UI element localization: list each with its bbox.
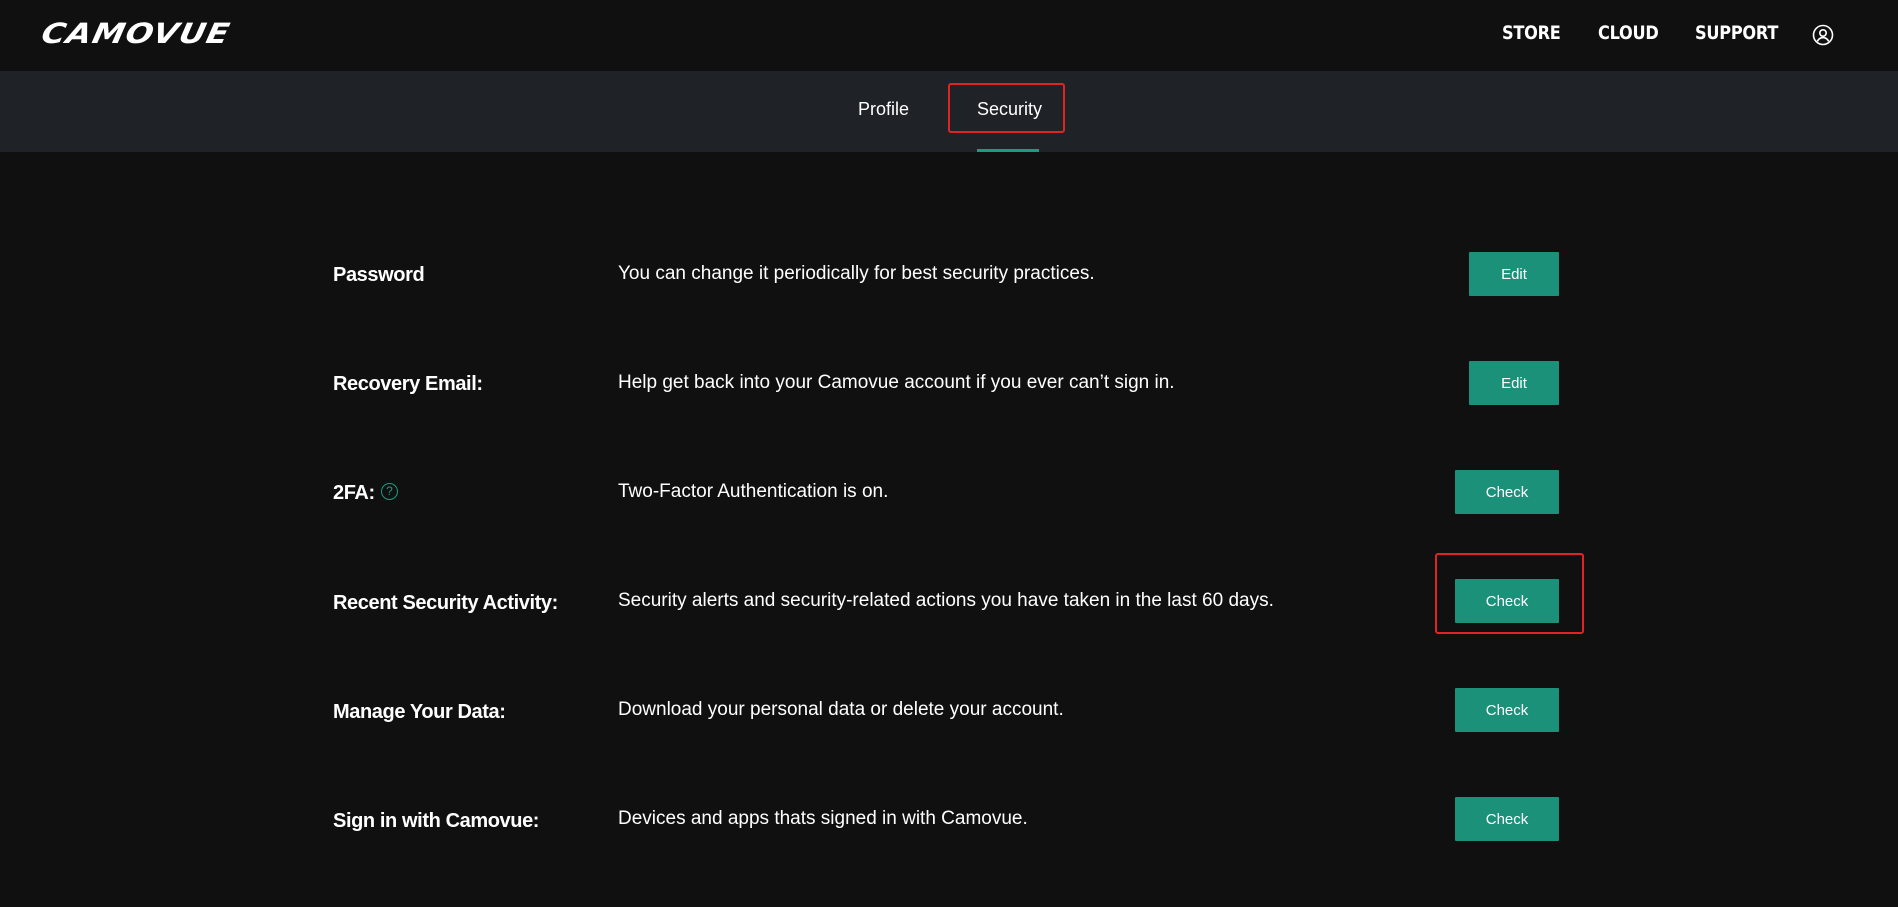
2fa-label: 2FA: — [333, 482, 375, 504]
check-sign-in-with-camovue-button[interactable]: Check — [1455, 797, 1559, 841]
recovery-email-description: Help get back into your Camovue account … — [618, 372, 1175, 393]
top-navigation-bar: CAMOVUE STORE CLOUD SUPPORT — [0, 0, 1898, 71]
question-circle-icon[interactable]: ? — [380, 483, 398, 501]
password-label: Password — [333, 264, 425, 286]
tab-security[interactable]: Security — [977, 99, 1042, 120]
nav-support-link[interactable]: SUPPORT — [1695, 22, 1778, 44]
camovue-logo[interactable]: CAMOVUE — [38, 17, 233, 50]
nav-cloud-link[interactable]: CLOUD — [1598, 22, 1659, 44]
recent-security-activity-description: Security alerts and security-related act… — [618, 590, 1274, 611]
check-manage-your-data-button[interactable]: Check — [1455, 688, 1559, 732]
recent-security-activity-label: Recent Security Activity: — [333, 592, 558, 614]
manage-your-data-label: Manage Your Data: — [333, 701, 506, 723]
sign-in-with-camovue-description: Devices and apps thats signed in with Ca… — [618, 808, 1028, 829]
edit-recovery-email-button[interactable]: Edit — [1469, 361, 1559, 405]
password-description: You can change it periodically for best … — [618, 263, 1095, 284]
check-recent-security-activity-button[interactable]: Check — [1455, 579, 1559, 623]
manage-your-data-description: Download your personal data or delete yo… — [618, 699, 1064, 720]
active-tab-indicator — [977, 149, 1039, 152]
2fa-label-container: 2FA:? — [333, 482, 398, 505]
tab-profile[interactable]: Profile — [858, 99, 909, 120]
edit-password-button[interactable]: Edit — [1469, 252, 1559, 296]
sign-in-with-camovue-label: Sign in with Camovue: — [333, 810, 540, 832]
2fa-description: Two-Factor Authentication is on. — [618, 481, 889, 502]
account-tabs-bar: Profile Security — [0, 71, 1898, 152]
nav-store-link[interactable]: STORE — [1502, 22, 1561, 44]
user-circle-icon[interactable] — [1812, 24, 1834, 46]
check-2fa-button[interactable]: Check — [1455, 470, 1559, 514]
recovery-email-label: Recovery Email: — [333, 373, 483, 395]
